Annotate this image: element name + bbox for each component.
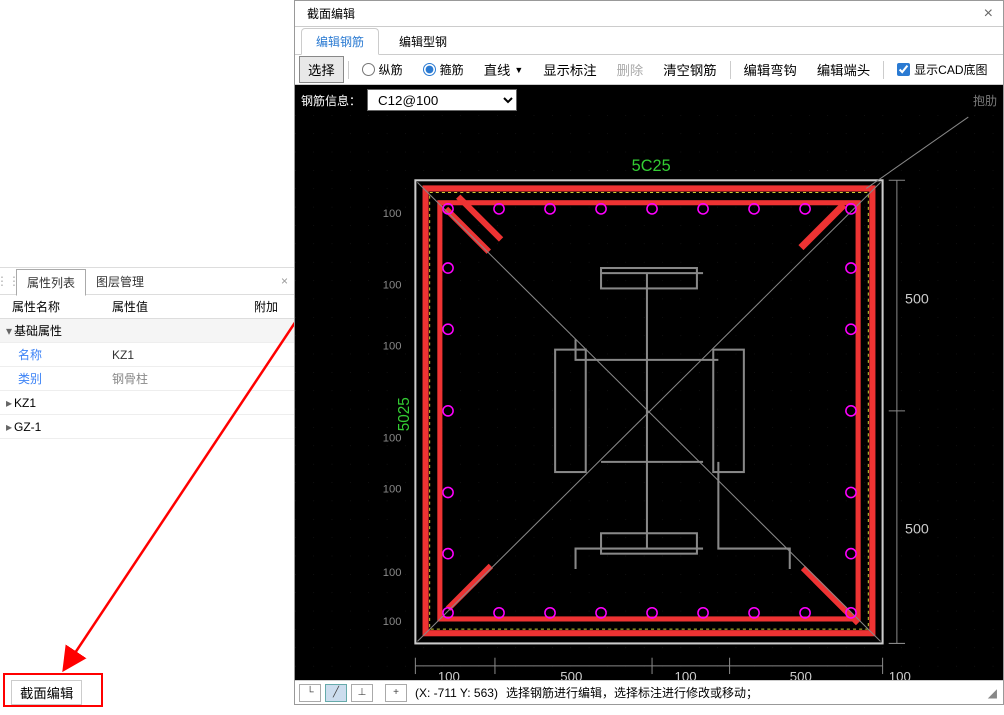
chevron-down-icon: ▾ bbox=[4, 324, 14, 338]
tab-layers[interactable]: 图层管理 bbox=[86, 269, 154, 294]
separator bbox=[348, 61, 349, 79]
svg-text:500: 500 bbox=[905, 521, 929, 537]
section-svg: 5C25 5025 100 100 100 100 100 100 100 500 500… bbox=[295, 115, 1003, 680]
highlight-section-edit: 截面编辑 bbox=[3, 673, 103, 707]
tool-edit-hook[interactable]: 编辑弯钩 bbox=[735, 56, 806, 83]
group-label: 基础属性 bbox=[14, 322, 62, 339]
group-basic[interactable]: ▾ 基础属性 bbox=[0, 319, 294, 343]
dialog-titlebar[interactable]: 截面编辑 × bbox=[295, 1, 1003, 27]
prop-value: KZ1 bbox=[112, 348, 294, 362]
svg-text:100: 100 bbox=[889, 669, 911, 680]
node-kz1[interactable]: ▸ KZ1 bbox=[0, 391, 294, 415]
tab-properties[interactable]: 属性列表 bbox=[16, 269, 86, 296]
snap-plus-icon[interactable]: + bbox=[385, 684, 407, 702]
dialog-title: 截面编辑 bbox=[307, 5, 355, 22]
chevron-right-icon: ▸ bbox=[4, 396, 14, 410]
left-tabs: ⋮⋮ 属性列表 图层管理 × bbox=[0, 267, 294, 295]
col-name: 属性名称 bbox=[0, 298, 112, 315]
tool-delete[interactable]: 删除 bbox=[608, 56, 653, 83]
svg-text:100: 100 bbox=[383, 341, 402, 353]
dialog-tabs: 编辑钢筋 编辑型钢 bbox=[295, 27, 1003, 55]
rebar-info-bar: 钢筋信息： C12@100 抱肋 bbox=[295, 85, 1003, 115]
status-coord: (X: -711 Y: 563) bbox=[415, 686, 498, 700]
drag-handle-icon[interactable]: ⋮⋮ bbox=[0, 268, 16, 294]
left-property-panel: ⋮⋮ 属性列表 图层管理 × 属性名称 属性值 附加 ▾ 基础属性 名称 KZ1… bbox=[0, 267, 294, 439]
col-value: 属性值 bbox=[112, 298, 254, 315]
section-edit-dialog: 截面编辑 × 编辑钢筋 编辑型钢 选择 纵筋 箍筋 直线 ▼ 显示标注 删除 清… bbox=[294, 0, 1004, 705]
status-msg: 选择钢筋进行编辑，选择标注进行修改或移动； bbox=[506, 684, 758, 701]
tab-edit-rebar[interactable]: 编辑钢筋 bbox=[301, 28, 379, 55]
svg-text:100: 100 bbox=[383, 616, 402, 628]
prop-value: 钢骨柱 bbox=[112, 370, 294, 387]
node-label: KZ1 bbox=[14, 396, 36, 410]
tool-clear[interactable]: 清空钢筋 bbox=[654, 56, 725, 83]
svg-text:100: 100 bbox=[383, 483, 402, 495]
snap-mid-icon[interactable]: ╱ bbox=[325, 684, 347, 702]
svg-text:100: 100 bbox=[383, 567, 402, 579]
radio-stirrup[interactable]: 箍筋 bbox=[414, 57, 473, 82]
svg-text:100: 100 bbox=[383, 279, 402, 291]
separator bbox=[730, 61, 731, 79]
resize-grip-icon[interactable]: ◢ bbox=[988, 686, 997, 700]
rebar-info-label: 钢筋信息： bbox=[301, 92, 361, 109]
svg-text:100: 100 bbox=[383, 432, 402, 444]
snap-perp-icon[interactable]: ⊥ bbox=[351, 684, 373, 702]
tool-line[interactable]: 直线 ▼ bbox=[475, 56, 533, 83]
prop-row-type[interactable]: 类别 钢骨柱 bbox=[0, 367, 294, 391]
radio-longitudinal[interactable]: 纵筋 bbox=[353, 57, 412, 82]
dialog-close-icon[interactable]: × bbox=[984, 5, 993, 23]
svg-text:500: 500 bbox=[905, 292, 929, 308]
check-show-cad[interactable]: 显示CAD底图 bbox=[888, 57, 996, 82]
statusbar: └ ╱ ⊥ + (X: -711 Y: 563) 选择钢筋进行编辑，选择标注进行… bbox=[295, 680, 1003, 704]
toolbar: 选择 纵筋 箍筋 直线 ▼ 显示标注 删除 清空钢筋 编辑弯钩 编辑端头 显示C… bbox=[295, 55, 1003, 85]
tab-edit-steel[interactable]: 编辑型钢 bbox=[385, 29, 461, 54]
section-edit-button[interactable]: 截面编辑 bbox=[11, 680, 82, 705]
separator bbox=[883, 61, 884, 79]
rebar-info-select[interactable]: C12@100 bbox=[367, 89, 517, 111]
prop-row-name[interactable]: 名称 KZ1 bbox=[0, 343, 294, 367]
node-label: GZ-1 bbox=[14, 420, 41, 434]
node-gz1[interactable]: ▸ GZ-1 bbox=[0, 415, 294, 439]
snap-endpoint-icon[interactable]: └ bbox=[299, 684, 321, 702]
close-icon[interactable]: × bbox=[281, 274, 288, 288]
chevron-right-icon: ▸ bbox=[4, 420, 14, 434]
svg-text:100: 100 bbox=[383, 208, 402, 220]
dim-top-label: 5C25 bbox=[632, 157, 671, 175]
svg-text:100: 100 bbox=[438, 669, 460, 680]
tool-select[interactable]: 选择 bbox=[299, 56, 344, 83]
prop-key: 名称 bbox=[0, 346, 112, 363]
property-header: 属性名称 属性值 附加 bbox=[0, 295, 294, 319]
col-extra: 附加 bbox=[254, 298, 294, 315]
top-right-text: 抱肋 bbox=[973, 92, 997, 109]
prop-key: 类别 bbox=[0, 370, 112, 387]
tool-edit-end[interactable]: 编辑端头 bbox=[808, 56, 879, 83]
section-canvas[interactable]: 5C25 5025 100 100 100 100 100 100 100 500 500… bbox=[295, 115, 1003, 680]
svg-text:100: 100 bbox=[674, 669, 696, 680]
tool-show-label[interactable]: 显示标注 bbox=[534, 56, 605, 83]
svg-text:500: 500 bbox=[560, 669, 582, 680]
svg-text:500: 500 bbox=[790, 669, 812, 680]
dim-left-label: 5025 bbox=[396, 397, 413, 431]
